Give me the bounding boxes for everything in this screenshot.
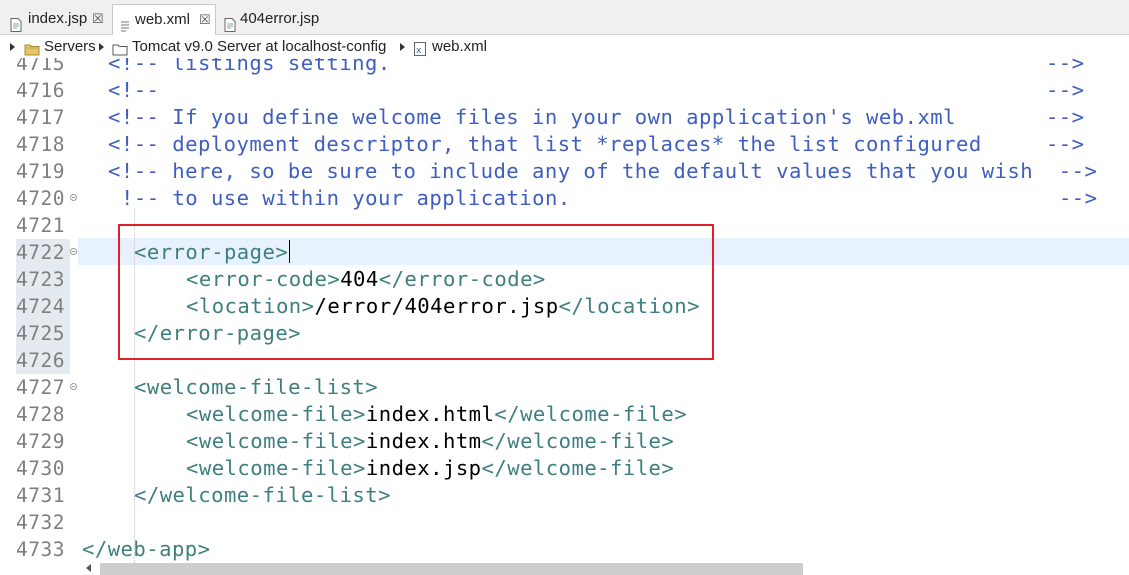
code-line: 4729 <welcome-file>index.htm</welcome-fi… [0, 428, 1129, 455]
line-number: 4730 [16, 457, 65, 480]
scrollbar-thumb[interactable] [100, 563, 803, 575]
tab-web-xml[interactable]: web.xml ☒ [112, 4, 216, 35]
line-number: 4717 [16, 106, 65, 129]
comment-text: <!-- listings setting. --> [108, 58, 1085, 75]
line-number: 4733 [16, 538, 65, 561]
tab-label: web.xml [135, 11, 191, 28]
jsp-file-icon [10, 13, 22, 32]
tab-index-jsp[interactable]: index.jsp ☒ [4, 4, 108, 35]
code-line: 4717 <!-- If you define welcome files in… [0, 104, 1129, 131]
code-line: 4720 !-- to use within your application.… [0, 185, 1129, 212]
line-number: 4722 [16, 239, 70, 266]
comment-text: <!-- here, so be sure to include any of … [108, 159, 1098, 183]
close-icon[interactable]: ☒ [92, 4, 104, 34]
horizontal-scrollbar[interactable] [0, 563, 1129, 575]
comment-text: !-- to use within your application. --> [121, 186, 1098, 210]
tab-404error-jsp[interactable]: 404error.jsp [220, 4, 330, 35]
tab-label: 404error.jsp [240, 10, 320, 27]
code-line: 4728 <welcome-file>index.html</welcome-f… [0, 401, 1129, 428]
xml-value: index.jsp [365, 456, 482, 480]
fold-toggle-icon[interactable] [70, 194, 77, 201]
svg-text:x: x [416, 46, 422, 56]
xml-tag-close: </welcome-file> [481, 429, 675, 453]
fold-toggle-icon[interactable] [70, 383, 77, 390]
xml-tag-open: <welcome-file> [186, 429, 366, 453]
line-number: 4731 [16, 484, 65, 507]
code-line: 4727 <welcome-file-list> [0, 374, 1129, 401]
line-number: 4726 [16, 347, 70, 374]
code-line: 4732 [0, 509, 1129, 536]
breadcrumb-item-web-xml[interactable]: web.xml [432, 35, 487, 58]
xml-tag-close: </welcome-file> [481, 456, 675, 480]
line-number: 4723 [16, 266, 70, 293]
scroll-left-icon[interactable] [86, 564, 91, 572]
comment-text: <!-- deployment descriptor, that list *r… [108, 132, 1085, 156]
code-line: 4733 </web-app> [0, 536, 1129, 563]
code-line: 4731 </welcome-file-list> [0, 482, 1129, 509]
line-number: 4721 [16, 214, 65, 237]
chevron-right-icon[interactable] [400, 43, 405, 51]
line-number: 4718 [16, 133, 65, 156]
code-line: 4719 <!-- here, so be sure to include an… [0, 158, 1129, 185]
xml-file-icon [119, 14, 131, 32]
code-line: 4715 <!-- listings setting. --> [0, 58, 1129, 77]
xml-source-editor[interactable]: 4715 <!-- listings setting. --> 4716 <!-… [0, 58, 1129, 563]
breadcrumb-item-server-config[interactable]: Tomcat v9.0 Server at localhost-config [132, 35, 386, 58]
fold-toggle-icon[interactable] [70, 248, 77, 255]
close-icon[interactable]: ☒ [199, 5, 211, 35]
xml-value: index.html [365, 402, 495, 426]
xml-tag-close: </welcome-file> [494, 402, 688, 426]
code-line: 4730 <welcome-file>index.jsp</welcome-fi… [0, 455, 1129, 482]
line-number: 4727 [16, 376, 65, 399]
line-number: 4728 [16, 403, 65, 426]
breadcrumb-item-servers[interactable]: Servers [44, 35, 96, 58]
line-number: 4719 [16, 160, 65, 183]
xml-tag-open: <welcome-file> [186, 402, 366, 426]
editor-tab-bar: index.jsp ☒ web.xml ☒ 404error.jsp [0, 0, 1129, 35]
chevron-right-icon[interactable] [99, 43, 104, 51]
jsp-file-icon [224, 13, 236, 32]
line-number: 4720 [16, 187, 65, 210]
comment-text: <!-- If you define welcome files in your… [108, 105, 1085, 129]
chevron-right-icon[interactable] [10, 43, 15, 51]
line-number: 4715 [16, 58, 65, 75]
xml-tag-open: <welcome-file-list> [134, 375, 379, 399]
xml-value: index.htm [365, 429, 482, 453]
line-number: 4732 [16, 511, 65, 534]
line-number: 4724 [16, 293, 70, 320]
xml-tag-open: <welcome-file> [186, 456, 366, 480]
tab-label: index.jsp [28, 10, 88, 27]
comment-text: <!-- --> [108, 78, 1085, 102]
annotation-highlight-box [118, 224, 714, 360]
xml-tag-close: </welcome-file-list> [134, 483, 391, 507]
line-number: 4716 [16, 79, 65, 102]
code-line: 4718 <!-- deployment descriptor, that li… [0, 131, 1129, 158]
line-number: 4729 [16, 430, 65, 453]
line-number: 4725 [16, 320, 70, 347]
code-line: 4716 <!-- --> [0, 77, 1129, 104]
breadcrumb: Servers Tomcat v9.0 Server at localhost-… [0, 35, 1129, 58]
xml-tag-close: </web-app> [82, 537, 211, 561]
